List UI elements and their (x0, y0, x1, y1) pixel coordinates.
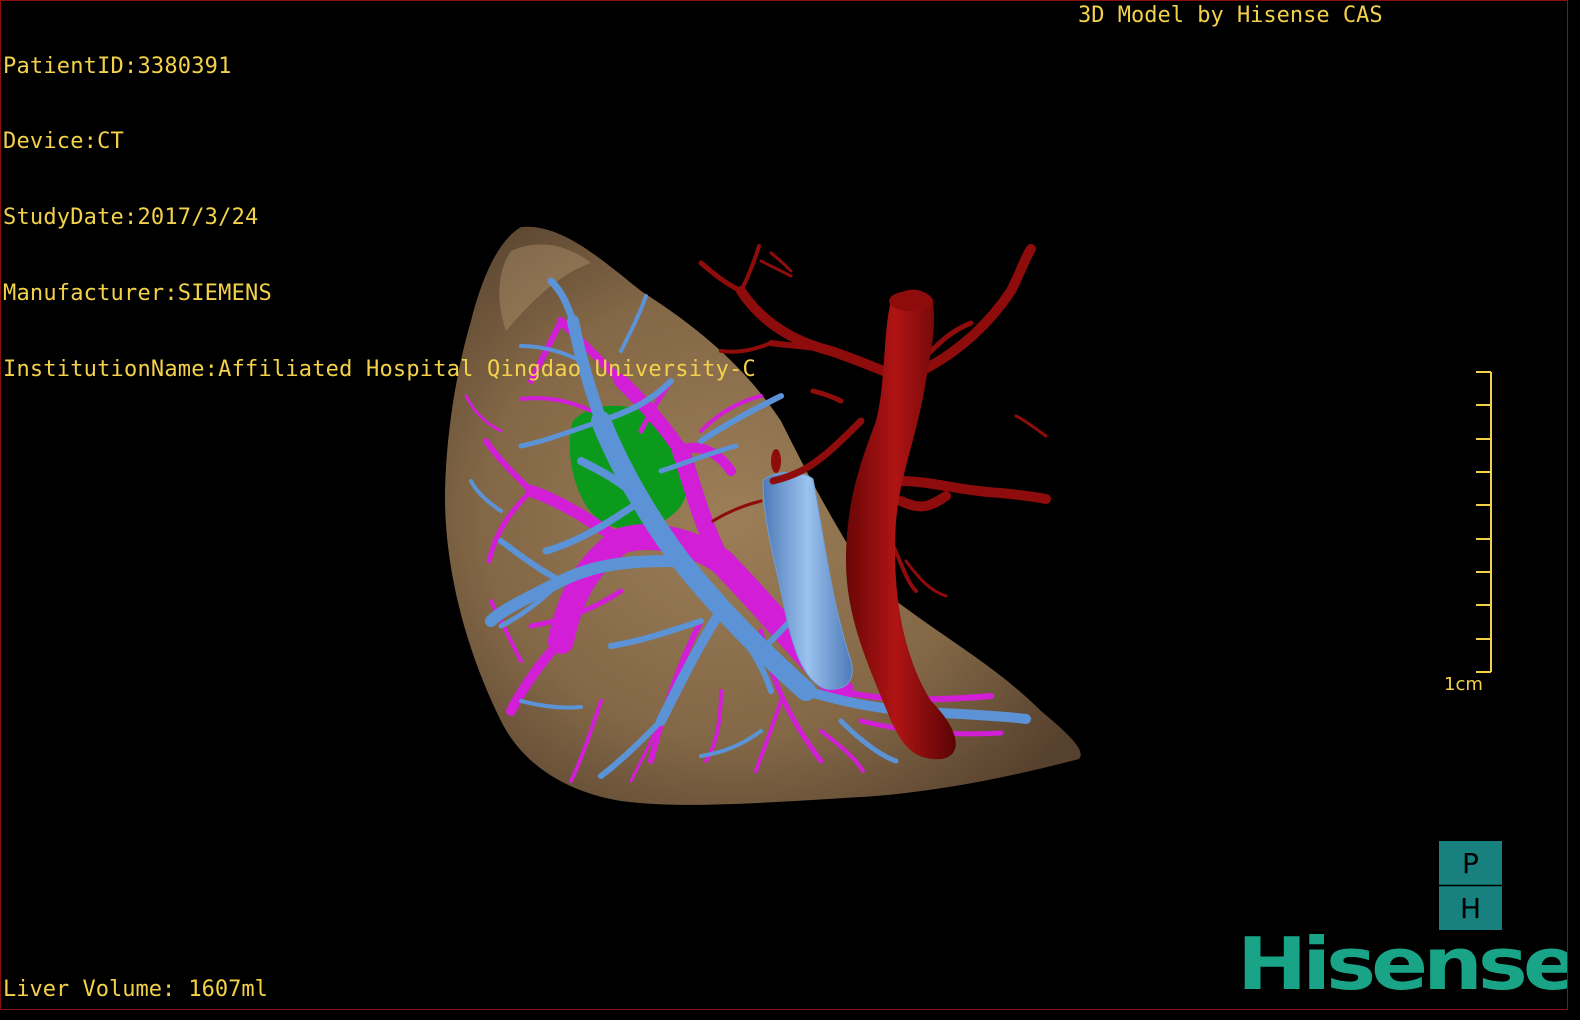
dicom-info-overlay: PatientID:3380391 Device:CT StudyDate:20… (3, 3, 756, 433)
manufacturer: Manufacturer:SIEMENS (3, 281, 272, 307)
orientation-top-letter: P (1462, 847, 1479, 880)
orientation-bottom-letter: H (1460, 892, 1481, 925)
3d-viewport[interactable]: PatientID:3380391 Device:CT StudyDate:20… (0, 0, 1568, 1010)
inferior-vena-cava-cap (889, 291, 933, 311)
scale-bar (1476, 371, 1492, 673)
liver-volume: Liver Volume: 1607ml (3, 977, 268, 1002)
hisense-logo: Hisense (1237, 921, 1568, 1007)
study-date: StudyDate:2017/3/24 (3, 205, 259, 231)
scale-bar-label: 1cm (1444, 674, 1483, 695)
vein-cap (771, 449, 781, 473)
orientation-cube[interactable]: P H (1439, 841, 1502, 930)
model-credit: 3D Model by Hisense CAS (1078, 3, 1383, 28)
patient-id: PatientID:3380391 (3, 53, 232, 79)
institution-name: InstitutionName:Affiliated Hospital Qing… (3, 357, 756, 383)
device: Device:CT (3, 129, 125, 155)
